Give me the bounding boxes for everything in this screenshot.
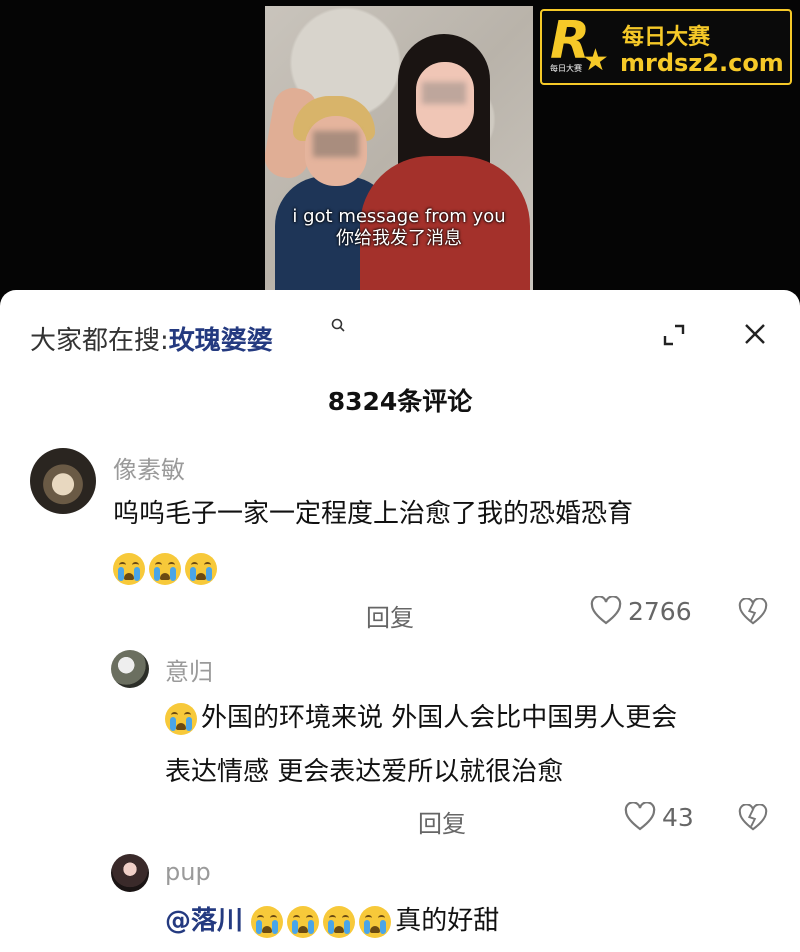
comment-text-line: 呜呜毛子一家一定程度上治愈了我的恐婚恐育 [113,499,634,529]
crying-face-icon [113,552,145,585]
avatar[interactable] [30,448,96,514]
comment-text-suffix: 真的好甜 [395,906,500,936]
person-right-figure [360,26,530,290]
watermark-url: mrdsz2.com [620,49,784,77]
broken-heart-icon[interactable] [738,598,768,626]
like-count: 2766 [628,596,692,626]
comment-text: @落川 真的好甜 [165,894,499,948]
emoji-row [113,541,633,595]
crying-face-icon [185,552,217,585]
mention-link[interactable]: @落川 [165,906,243,936]
comment-text-line: 外国的环境来说 外国人会比中国男人更会 [165,691,677,745]
crying-face-icon [251,905,284,938]
crying-face-icon [149,552,181,585]
search-icon[interactable] [331,318,345,332]
subtitle-english: i got message from you [292,206,506,227]
crying-face-icon [287,905,320,938]
comment-text-line-1: 外国的环境来说 外国人会比中国男人更会 [201,703,678,733]
watermark-logo-small: 每日大赛 [550,64,582,73]
heart-icon [624,802,656,831]
expand-icon[interactable] [663,324,685,346]
subtitle-chinese: 你给我发了消息 [336,228,462,249]
comment-text: 外国的环境来说 外国人会比中国男人更会 表达情感 更会表达爱所以就很治愈 [165,691,677,799]
watermark-logo: R ★ 每日大赛 [550,11,612,78]
star-icon: ★ [582,43,609,78]
comment-username[interactable]: 像素敏 [113,450,185,485]
comment-count: 8324条评论 [327,387,473,416]
reply-button[interactable]: 回复 [418,804,466,839]
avatar[interactable] [111,854,149,892]
reply-button[interactable]: 回复 [366,598,414,633]
crying-face-icon [359,905,392,938]
crying-face-icon [165,702,197,735]
comment-username[interactable]: pup [165,858,211,886]
comment-text: 呜呜毛子一家一定程度上治愈了我的恐婚恐育 [113,487,633,595]
trending-search[interactable]: 大家都在搜:玫瑰婆婆 [30,320,273,357]
comment-username[interactable]: 意归 [165,652,213,687]
like-button[interactable]: 43 [624,802,694,832]
watermark-badge: R ★ 每日大赛 每日大赛 mrdsz2.com [540,9,792,85]
like-button[interactable]: 2766 [590,596,692,626]
video-subtitles: i got message from you 你给我发了消息 [265,206,533,250]
crying-face-icon [323,905,356,938]
comment-panel: 大家都在搜:玫瑰婆婆 8324条评论 像素敏 呜呜毛子一家一定程度上治愈了我的恐… [0,290,800,952]
close-icon[interactable] [744,323,766,345]
like-count: 43 [662,802,694,832]
video-frame[interactable]: i got message from you 你给我发了消息 [265,6,533,290]
avatar[interactable] [111,650,149,688]
trending-search-prefix: 大家都在搜: [30,326,169,356]
watermark-title: 每日大赛 [622,25,711,50]
broken-heart-icon[interactable] [738,804,768,832]
comment-text-line-2: 表达情感 更会表达爱所以就很治愈 [165,757,564,787]
trending-search-term[interactable]: 玫瑰婆婆 [169,326,273,356]
heart-icon [590,596,622,625]
